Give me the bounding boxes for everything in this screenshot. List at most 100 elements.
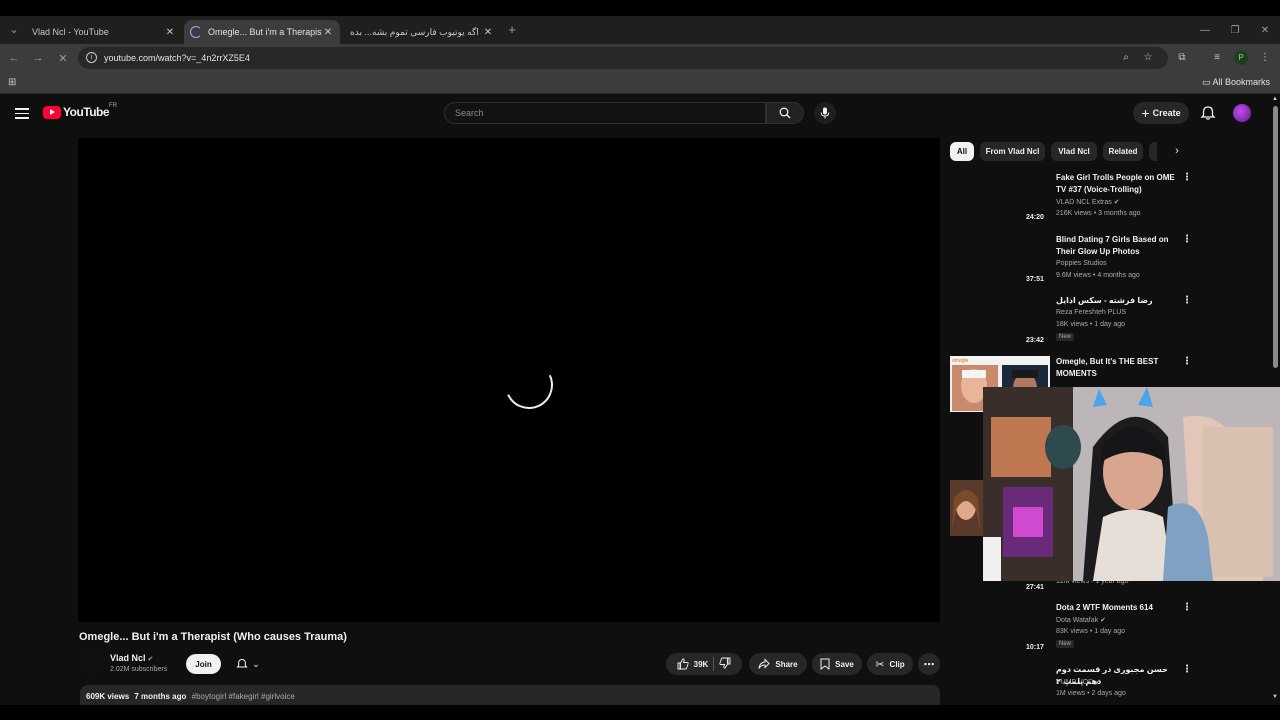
menu-icon[interactable]: ⋮	[1258, 51, 1272, 65]
hamburger-menu-icon[interactable]	[15, 108, 29, 122]
new-tab-button[interactable]: +	[504, 21, 520, 37]
like-count: 39K	[693, 659, 709, 669]
site-info-icon[interactable]: i	[86, 52, 97, 63]
scroll-up-icon[interactable]: ▲	[1272, 96, 1278, 102]
view-count: 609K views	[86, 692, 130, 701]
search-button[interactable]	[766, 102, 804, 124]
more-vertical-icon[interactable]: ⋮	[1182, 602, 1192, 613]
close-icon[interactable]: ✕	[322, 27, 334, 38]
zoom-icon[interactable]: ⌕	[1119, 51, 1133, 65]
scissors-icon: ✂	[875, 658, 885, 671]
clip-button[interactable]: ✂ Clip	[867, 653, 913, 675]
video-duration: 10:17	[1026, 644, 1044, 651]
more-vertical-icon[interactable]: ⋮	[1182, 234, 1192, 245]
search-input[interactable]: Search	[444, 102, 766, 124]
window-close-icon[interactable]: ✕	[1250, 16, 1280, 44]
join-button[interactable]: Join	[186, 654, 221, 674]
video-meta: 216K views • 3 months ago	[1056, 210, 1141, 217]
video-thumbnail[interactable]	[950, 664, 1050, 704]
channel-avatar[interactable]	[80, 650, 104, 674]
channel-name-text: Vlad Ncl	[110, 653, 146, 663]
share-button[interactable]: Share	[749, 653, 807, 675]
browser-tab-1[interactable]: Vlad Ncl - YouTube ✕	[26, 20, 182, 126]
thumbs-up-icon	[677, 658, 689, 670]
more-vertical-icon[interactable]: ⋮	[1182, 356, 1192, 367]
chip-related[interactable]: Related	[1103, 142, 1143, 161]
more-vertical-icon[interactable]: ⋮	[1182, 295, 1192, 306]
chip-channel[interactable]: Vlad Ncl	[1051, 142, 1097, 161]
back-icon[interactable]: ←	[6, 50, 22, 66]
browser-tab-2[interactable]: Omegle... But i'm a Therapist (W ✕	[184, 20, 340, 44]
tab-search-icon[interactable]: ⌄	[6, 21, 22, 37]
url-text: youtube.com/watch?v=_4n2rrXZ5E4	[104, 53, 250, 63]
save-button[interactable]: Save	[812, 653, 862, 675]
close-icon[interactable]: ✕	[482, 27, 494, 38]
notifications-bell-icon[interactable]	[1200, 105, 1216, 121]
browser-tab-3[interactable]: اگه یوتیوب فارسی تموم بشه... بده ✕	[344, 20, 500, 126]
dislike-button[interactable]	[719, 657, 731, 671]
maximize-icon[interactable]: ❐	[1220, 16, 1250, 44]
video-duration: 23:42	[1026, 337, 1044, 344]
create-button[interactable]: + Create	[1133, 102, 1189, 124]
chevron-right-icon[interactable]: ›	[1170, 144, 1184, 158]
subscriber-count: 2.02M subscribers	[110, 666, 168, 673]
tab-title: اگه یوتیوب فارسی تموم بشه... بده	[350, 26, 479, 37]
plus-icon: +	[1141, 105, 1150, 121]
window-bottom-strip	[0, 705, 1280, 720]
microphone-icon	[820, 107, 830, 119]
partial-thumbnail[interactable]	[950, 480, 983, 536]
hashtags[interactable]: #boytogirl #fakegirl #girlvoice	[192, 692, 295, 701]
forward-icon[interactable]: →	[30, 50, 46, 66]
bookmark-star-icon[interactable]: ☆	[1141, 51, 1155, 65]
new-badge: New	[1056, 640, 1075, 648]
account-avatar[interactable]	[1233, 104, 1251, 122]
tab-bar: ⌄ Vlad Ncl - YouTube ✕ Omegle... But i'm…	[0, 16, 1280, 126]
loading-icon	[190, 26, 202, 38]
clip-label: Clip	[889, 659, 905, 669]
subscribed-notifications-button[interactable]: ⌄	[228, 654, 268, 674]
stop-loading-icon[interactable]: ✕	[55, 50, 71, 66]
more-horizontal-icon: ⋯	[923, 658, 935, 671]
divider	[713, 657, 715, 671]
verified-icon: ✔	[1113, 199, 1120, 206]
youtube-logo[interactable]: YouTube FR	[43, 103, 118, 119]
thumbnail-girl-art	[950, 480, 983, 536]
logo-country: FR	[109, 103, 118, 109]
save-bookmark-icon	[820, 658, 830, 670]
all-bookmarks-link[interactable]: ▭ All Bookmarks	[1202, 77, 1270, 88]
minimize-icon[interactable]: —	[1190, 16, 1220, 44]
scroll-down-icon[interactable]: ▼	[1272, 694, 1278, 700]
close-icon[interactable]: ✕	[164, 27, 176, 38]
more-vertical-icon[interactable]: ⋮	[1182, 664, 1192, 675]
scrollbar-thumb[interactable]	[1273, 106, 1278, 368]
chip-from-channel[interactable]: From Vlad Ncl	[980, 142, 1045, 161]
channel-name: PUMP VOD ✔	[1056, 678, 1101, 686]
video-title: رضا فرشته - سکس اذایل	[1056, 296, 1153, 305]
extensions-icon[interactable]: ⧉	[1175, 51, 1189, 65]
svg-text:omegle: omegle	[952, 358, 969, 364]
all-bookmarks-label: All Bookmarks	[1212, 77, 1270, 87]
recommended-video[interactable]: 37:51 Blind Dating 7 Girls Based on Thei…	[950, 234, 1270, 292]
logo-text: YouTube	[63, 105, 110, 119]
video-meta: 18K views • 1 day ago	[1056, 321, 1125, 328]
recommended-video[interactable]: حسن مجبوری در قسمت دوم دهم پلمپ ۲ PUMP V…	[950, 664, 1270, 704]
apps-grid-icon[interactable]: ⊞	[8, 77, 16, 88]
recommended-video[interactable]: 23:42 رضا فرشته - سکس اذایل Reza Feresht…	[950, 295, 1270, 353]
search-icon	[779, 107, 791, 119]
like-button[interactable]: 39K	[677, 658, 709, 670]
recommended-video[interactable]: 10:17 Dota 2 WTF Moments 614 Dota Watafa…	[950, 602, 1270, 660]
youtube-play-icon	[43, 105, 61, 119]
more-vertical-icon[interactable]: ⋮	[1182, 172, 1192, 183]
more-actions-button[interactable]: ⋯	[918, 653, 940, 675]
address-bar[interactable]: i youtube.com/watch?v=_4n2rrXZ5E4	[78, 47, 1168, 69]
media-icon[interactable]: ≡	[1210, 51, 1224, 65]
video-player[interactable]	[78, 138, 940, 622]
share-icon	[758, 658, 771, 669]
chip-all[interactable]: All	[950, 142, 974, 161]
chip-partial[interactable]	[1149, 142, 1157, 161]
recommended-video[interactable]: 24:20 Fake Girl Trolls People on OME TV …	[950, 172, 1270, 230]
voice-search-button[interactable]	[814, 102, 836, 124]
window-top-strip	[0, 0, 1280, 16]
profile-avatar[interactable]: P	[1234, 51, 1248, 65]
channel-name[interactable]: Vlad Ncl ✔	[110, 653, 153, 663]
